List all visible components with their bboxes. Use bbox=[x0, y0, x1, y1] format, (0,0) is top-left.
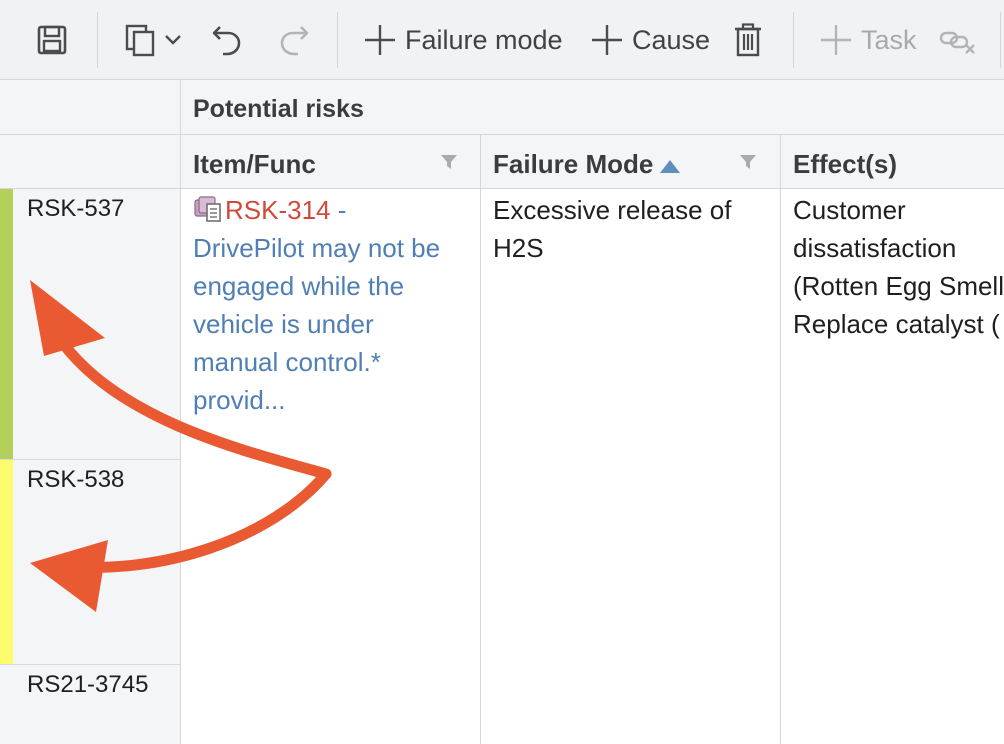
toolbar-separator bbox=[793, 12, 794, 68]
row-id: RS21-3745 bbox=[27, 671, 149, 698]
status-stripe bbox=[0, 189, 13, 459]
save-button[interactable] bbox=[36, 0, 68, 80]
filter-icon[interactable] bbox=[739, 154, 757, 170]
item-func-text: RSK-314 - DrivePilot may not be engaged … bbox=[193, 191, 440, 419]
item-link-text[interactable]: provid... bbox=[193, 385, 286, 415]
failure-mode-text: Excessive release of H2S bbox=[493, 191, 731, 267]
chevron-down-icon[interactable] bbox=[162, 29, 184, 51]
undo-button[interactable] bbox=[210, 0, 244, 80]
table-row[interactable]: RSK-537 bbox=[0, 189, 180, 460]
cell-item-func[interactable]: RSK-314 - DrivePilot may not be engaged … bbox=[180, 189, 480, 744]
add-failure-mode-label: Failure mode bbox=[405, 24, 563, 55]
delete-button[interactable] bbox=[733, 0, 763, 80]
plus-icon bbox=[821, 25, 851, 55]
toolbar-separator bbox=[1000, 12, 1001, 68]
redo-button[interactable] bbox=[277, 0, 311, 80]
add-cause-button[interactable]: Cause bbox=[590, 0, 710, 80]
toolbar-separator bbox=[97, 12, 98, 68]
filter-icon[interactable] bbox=[440, 154, 458, 170]
add-task-label: Task bbox=[861, 24, 917, 55]
risk-grid: Potential risks Item/Func Failure Mode E… bbox=[0, 80, 1004, 744]
copy-button[interactable] bbox=[124, 0, 184, 80]
item-link-text[interactable]: engaged while the bbox=[193, 271, 404, 301]
failure-mode-line: Excessive release of bbox=[493, 195, 732, 225]
column-header-effects[interactable]: Effect(s) bbox=[780, 135, 1004, 189]
effect-line: (Rotten Egg Smell bbox=[793, 271, 1004, 301]
group-header-potential-risks: Potential risks bbox=[180, 80, 1004, 135]
save-icon bbox=[37, 25, 67, 55]
undo-icon bbox=[212, 26, 241, 56]
copy-icon bbox=[125, 24, 155, 57]
item-link-text[interactable]: vehicle is under bbox=[193, 309, 374, 339]
add-cause-label: Cause bbox=[632, 24, 711, 55]
table-row[interactable]: RSK-538 bbox=[0, 460, 180, 665]
effects-text: Customer dissatisfaction (Rotten Egg Sme… bbox=[793, 191, 1004, 343]
column-header-label: Failure Mode bbox=[493, 149, 654, 179]
failure-mode-line: H2S bbox=[493, 233, 544, 263]
row-id: RSK-537 bbox=[27, 195, 125, 222]
column-header-item-func[interactable]: Item/Func bbox=[180, 135, 480, 189]
column-header-failure-mode[interactable]: Failure Mode bbox=[480, 135, 780, 189]
table-row[interactable]: RS21-3745 bbox=[0, 665, 180, 744]
plus-icon bbox=[592, 25, 622, 55]
item-link-id[interactable]: RSK-314 bbox=[225, 195, 331, 225]
cell-effects[interactable]: Customer dissatisfaction (Rotten Egg Sme… bbox=[780, 189, 1004, 744]
group-header-label: Potential risks bbox=[193, 95, 364, 123]
sort-ascending-icon[interactable] bbox=[659, 158, 681, 174]
status-stripe bbox=[0, 460, 13, 664]
toolbar-separator bbox=[337, 12, 338, 68]
plus-icon bbox=[365, 25, 395, 55]
add-task-button[interactable]: Task bbox=[819, 0, 917, 80]
effect-line: Customer bbox=[793, 195, 906, 225]
unlink-icon bbox=[939, 31, 975, 54]
requirement-icon bbox=[194, 196, 221, 222]
effect-line: Replace catalyst ( bbox=[793, 309, 1000, 339]
effect-line: dissatisfaction bbox=[793, 233, 957, 263]
item-link-text[interactable]: DrivePilot may not be bbox=[193, 233, 440, 263]
unlink-button[interactable] bbox=[938, 0, 978, 80]
row-id-column: RSK-537 RSK-538 RS21-3745 bbox=[0, 189, 180, 744]
redo-icon bbox=[280, 26, 309, 56]
item-link-separator: - bbox=[330, 195, 347, 225]
cell-failure-mode[interactable]: Excessive release of H2S bbox=[480, 189, 780, 744]
trash-icon bbox=[735, 23, 761, 57]
item-link-text[interactable]: manual control.* bbox=[193, 347, 381, 377]
row-id: RSK-538 bbox=[27, 466, 125, 493]
add-failure-mode-button[interactable]: Failure mode bbox=[363, 0, 563, 80]
column-header-label-wrap: Failure Mode bbox=[493, 149, 681, 180]
toolbar: Failure mode Cause Task bbox=[0, 0, 1004, 80]
column-header-label: Item/Func bbox=[193, 149, 316, 179]
row-header-corner bbox=[0, 135, 180, 189]
column-header-label: Effect(s) bbox=[793, 149, 898, 179]
row-header-corner bbox=[0, 80, 180, 135]
